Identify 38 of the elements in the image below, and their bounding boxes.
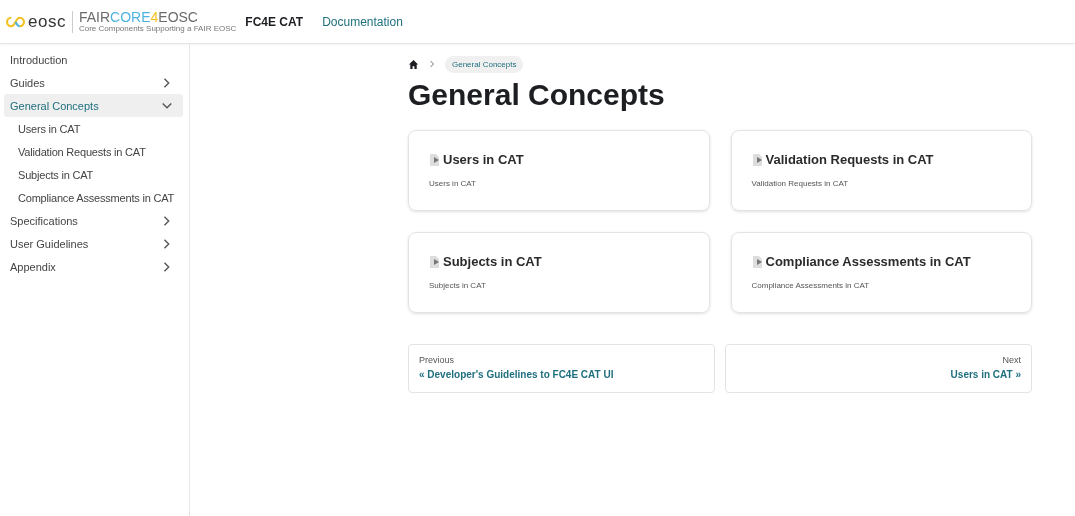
card-title: Validation Requests in CAT <box>765 152 934 167</box>
page-title: General Concepts <box>408 78 666 112</box>
sidebar-item[interactable]: Introduction <box>4 48 183 71</box>
document-icon <box>429 152 440 167</box>
nav-link[interactable]: Documentation <box>322 14 403 29</box>
card-description: Compliance Assessments in CAT <box>751 281 871 290</box>
home-icon <box>408 58 419 70</box>
brand-tagline: Core Components Supporting a FAIR EOSC <box>78 24 237 33</box>
sidebar-item[interactable]: Validation Requests in CAT <box>4 140 183 163</box>
document-icon <box>751 152 763 167</box>
sidebar-item[interactable]: General Concepts <box>4 94 183 117</box>
sidebar-item[interactable]: Subjects in CAT <box>4 163 183 186</box>
card-description: Users in CAT <box>429 179 477 188</box>
card-title: Subjects in CAT <box>443 254 542 269</box>
previous-page-link[interactable]: Previous « Developer's Guidelines to FC4E CAT UI <box>408 344 715 393</box>
logo-text: eosc <box>28 11 66 32</box>
card-description: Subjects in CAT <box>429 281 487 290</box>
sidebar-item[interactable]: Appendix <box>4 255 183 278</box>
sidebar-item[interactable]: Users in CAT <box>4 117 183 140</box>
card-title: Compliance Assessments in CAT <box>765 254 971 269</box>
brand-name: FAIRCORE4EOSC <box>78 10 199 24</box>
doc-card[interactable]: Users in CAT Users in CAT <box>408 130 710 211</box>
breadcrumb-item[interactable]: General Concepts <box>445 55 524 73</box>
chevron-right-icon <box>429 60 435 68</box>
doc-card[interactable]: Validation Requests in CAT Validation Requests in CAT <box>730 130 1032 211</box>
doc-card[interactable]: Compliance Assessments in CAT Compliance Assessments in CAT <box>730 232 1032 313</box>
sidebar-item[interactable]: User Guidelines <box>4 232 183 255</box>
sidebar-item[interactable]: Specifications <box>4 209 183 232</box>
site-title: FC4E CAT <box>245 14 304 29</box>
infinity-icon <box>6 15 25 28</box>
sidebar-item[interactable]: Guides <box>4 71 183 94</box>
doc-card[interactable]: Subjects in CAT Subjects in CAT <box>408 232 710 313</box>
next-page-link[interactable]: Next Users in CAT » <box>725 344 1032 393</box>
card-description: Validation Requests in CAT <box>751 179 850 188</box>
sidebar-item[interactable]: Compliance Assessments in CAT <box>4 186 183 209</box>
document-icon <box>429 254 440 269</box>
document-icon <box>751 254 763 269</box>
card-title: Users in CAT <box>443 152 524 167</box>
